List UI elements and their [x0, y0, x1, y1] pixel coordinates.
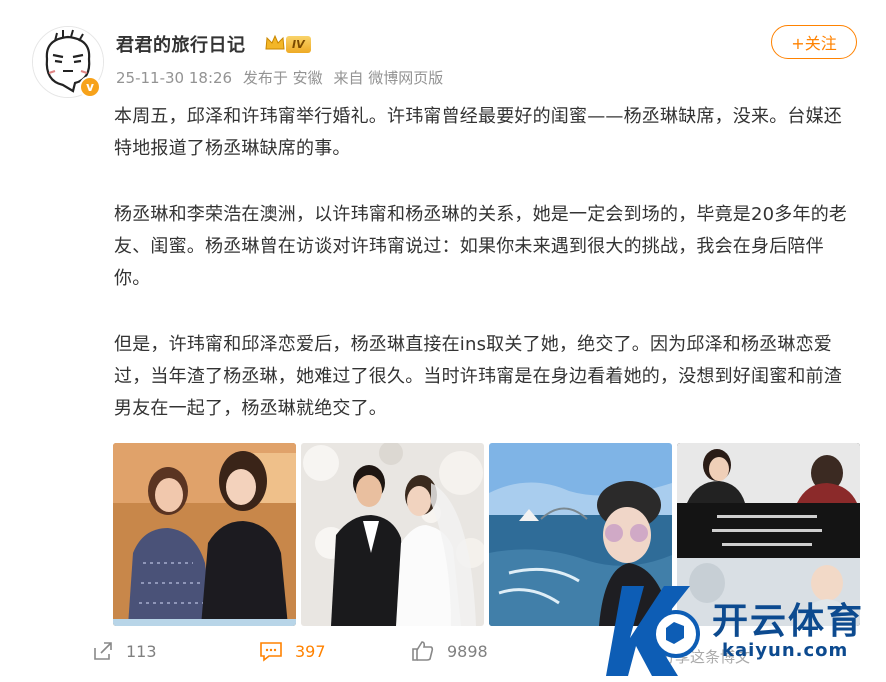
share-count: 113 [126, 641, 157, 661]
member-level-badge: IV [286, 36, 311, 53]
post-paragraph: 杨丞琳和李荣浩在澳洲，以许玮甯和杨丞琳的关系，她是一定会到场的，毕竟是20多年的… [114, 204, 848, 289]
watermark-url: kaiyun.com [722, 640, 849, 661]
post-paragraph: 本周五，邱泽和许玮甯举行婚礼。许玮甯曾经最要好的闺蜜——杨丞琳缺席，没来。台媒还… [114, 106, 842, 159]
watermark: 开云体育 kaiyun.com [604, 578, 884, 682]
verified-badge: v [79, 76, 101, 98]
photo-two-women-graphic [113, 443, 296, 626]
comment-button[interactable]: 397 [259, 640, 326, 662]
watermark-title: 开云体育 [712, 601, 865, 642]
like-count: 9898 [447, 641, 488, 661]
photo-wedding[interactable] [301, 443, 484, 626]
username[interactable]: 君君的旅行日记 [116, 31, 246, 57]
crown-icon [265, 34, 285, 50]
share-icon [94, 642, 112, 660]
comment-count: 397 [295, 641, 326, 661]
photo-two-women[interactable] [113, 443, 296, 626]
like-button[interactable]: 9898 [411, 640, 488, 662]
comment-icon [260, 642, 282, 662]
post-paragraph: 但是，许玮甯和邱泽恋爱后，杨丞琳直接在ins取关了她，绝交了。因为邱泽和杨丞琳恋… [114, 334, 842, 419]
watermark-logo-icon [606, 586, 700, 676]
post-meta: 25-11-30 18:26 发布于 安徽 来自 微博网页版 [116, 67, 449, 88]
post-location: 发布于 安徽 [242, 69, 323, 87]
post-time[interactable]: 25-11-30 18:26 [116, 69, 232, 87]
post-source: 来自 微博网页版 [333, 69, 444, 87]
photo-wedding-graphic [301, 443, 484, 626]
share-button[interactable]: 113 [92, 640, 157, 662]
follow-button[interactable]: +关注 [771, 25, 857, 59]
thumbs-up-icon [412, 641, 434, 661]
weibo-post-card: v 君君的旅行日记 IV 25-11-30 18:26 发布于 安徽 来自 微博… [0, 0, 886, 682]
post-text: 本周五，邱泽和许玮甯举行婚礼。许玮甯曾经最要好的闺蜜——杨丞琳缺席，没来。台媒还… [114, 101, 854, 459]
